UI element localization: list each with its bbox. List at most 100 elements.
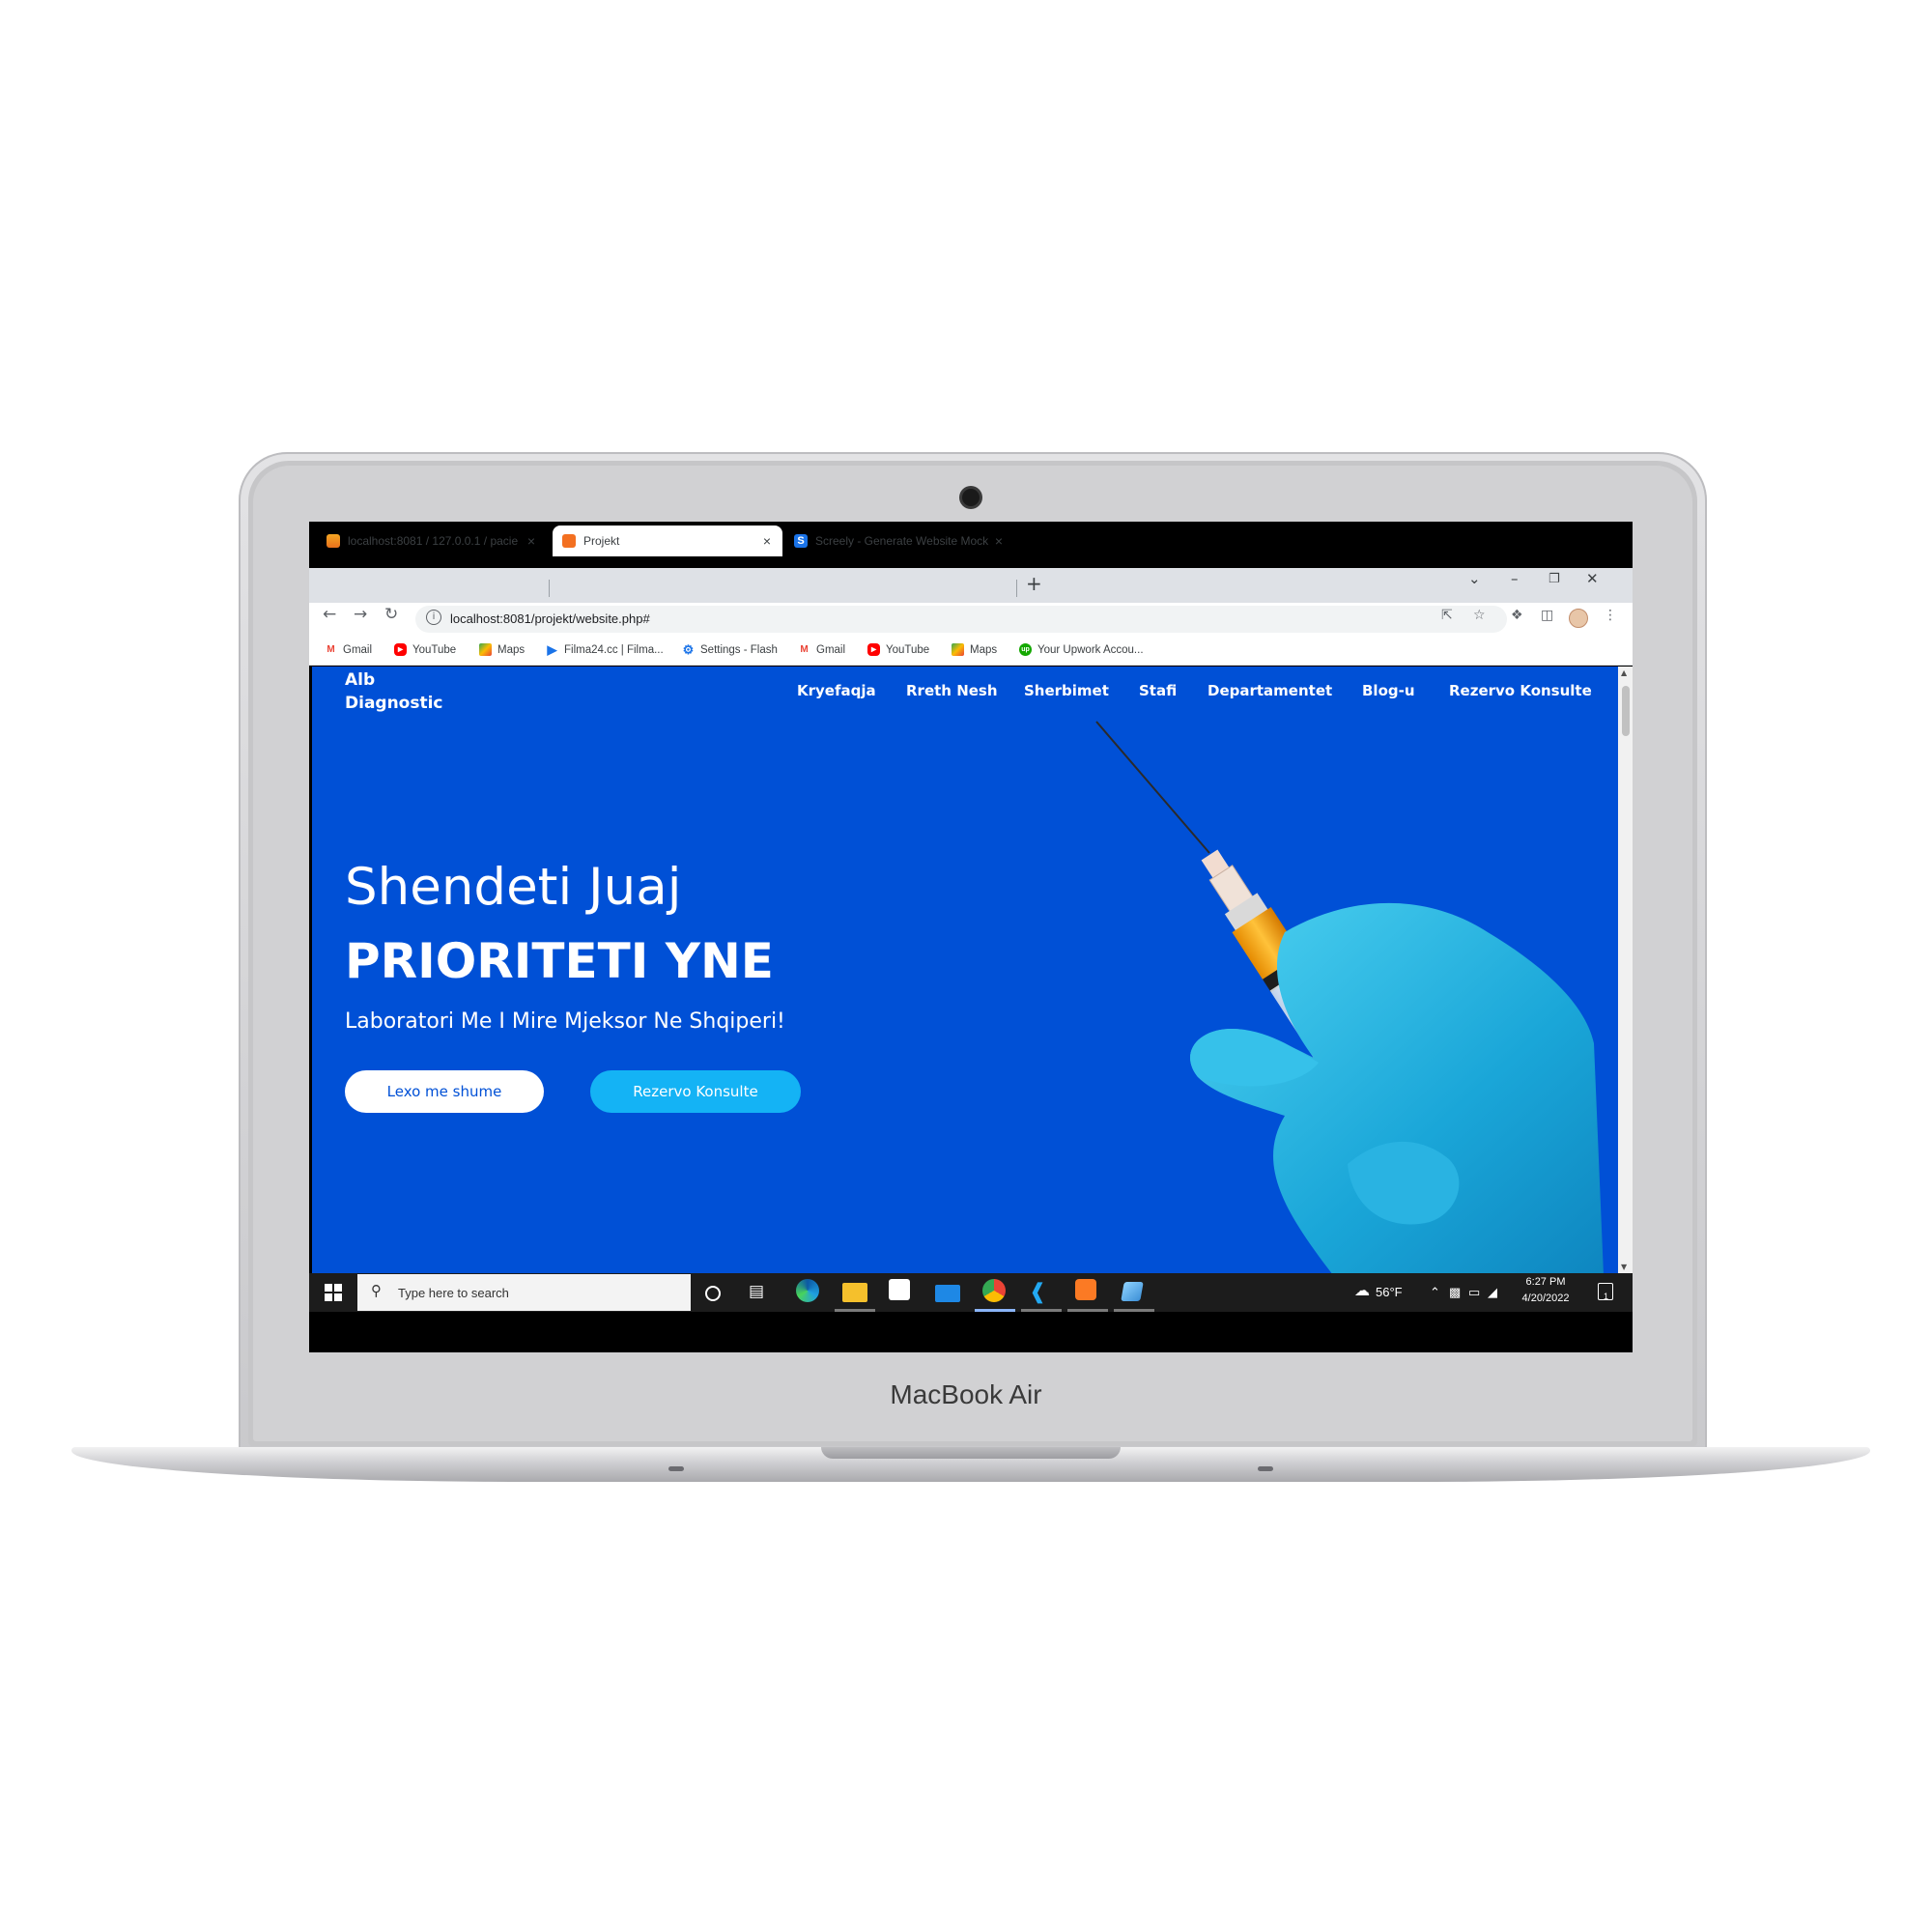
nav-rreth-nesh[interactable]: Rreth Nesh [906,682,998,699]
restore-icon[interactable]: ❐ [1548,572,1560,586]
cortana-icon[interactable] [705,1286,721,1301]
side-panel-icon[interactable]: ◫ [1541,608,1553,623]
weather-cloud-icon[interactable]: ☁ [1354,1281,1370,1300]
bookmark-maps[interactable]: Maps [952,643,997,656]
forward-arrow-icon[interactable]: → [354,605,367,624]
bookmark-star-icon[interactable]: ☆ [1473,608,1486,623]
edge-icon[interactable] [796,1279,819,1302]
laptop-foot-right [1258,1466,1273,1471]
xampp-icon [562,534,576,548]
reload-icon[interactable]: ↻ [384,605,398,624]
minimize-icon[interactable]: – [1511,570,1519,587]
tray-chevron-up-icon[interactable]: ⌃ [1430,1285,1440,1300]
bookmark-label: Gmail [343,643,373,656]
new-tab-button[interactable]: + [1026,572,1042,595]
bookmark-label: Filma24.cc | Filma... [564,643,664,656]
url-text[interactable]: localhost:8081/projekt/website.php# [450,611,650,626]
notification-count: 1 [1604,1292,1609,1301]
nav-rezervo-konsulte[interactable]: Rezervo Konsulte [1449,682,1592,699]
webcam [962,489,980,506]
nav-sherbimet[interactable]: Sherbimet [1024,682,1109,699]
tab-title: Projekt [583,534,620,548]
battery-icon[interactable]: ▭ [1468,1285,1480,1300]
close-icon[interactable]: × [759,533,775,549]
chrome-icon[interactable] [982,1279,1006,1302]
hero-subtitle: Laboratori Me I Mire Mjeksor Ne Shqiperi… [345,1009,785,1034]
tab-title: localhost:8081 / 127.0.0.1 / pacie [348,534,519,548]
play-icon: ▶ [547,642,557,657]
tab-separator [1016,580,1017,597]
clock-time: 6:27 PM [1525,1276,1566,1288]
file-explorer-icon[interactable] [842,1283,867,1302]
task-view-icon[interactable]: ▤ [749,1282,774,1307]
profile-avatar[interactable] [1569,609,1588,628]
bookmark-upwork[interactable]: up Your Upwork Accou... [1019,643,1144,656]
nav-kryefaqja[interactable]: Kryefaqja [797,682,876,699]
gmail-icon: M [325,643,337,656]
close-icon[interactable]: × [524,533,539,549]
bookmark-label: Settings - Flash [700,643,778,656]
maps-icon [952,643,964,656]
bookmark-filma24[interactable]: ▶ Filma24.cc | Filma... [546,643,664,656]
scrollbar-thumb[interactable] [1622,686,1630,736]
taskbar-indicator-active [975,1309,1015,1312]
scroll-up-arrow-icon[interactable]: ▲ [1621,668,1627,677]
browser-tab-bar [309,568,1633,603]
search-magnifier-icon: ⚲ [371,1282,382,1299]
youtube-icon: ▸ [867,643,880,656]
nav-blog[interactable]: Blog-u [1362,682,1415,699]
scroll-down-arrow-icon[interactable]: ▼ [1621,1263,1627,1271]
read-more-button[interactable]: Lexo me shume [345,1070,544,1113]
bookmark-youtube[interactable]: ▸ YouTube [394,643,456,656]
notepad-icon[interactable] [1121,1282,1144,1301]
meet-now-icon[interactable]: ▩ [1449,1285,1461,1300]
windows-start-icon[interactable] [325,1284,342,1301]
bookmark-youtube[interactable]: ▸ YouTube [867,643,929,656]
clock-date: 4/20/2022 [1521,1293,1570,1304]
gmail-icon: M [798,643,810,656]
tab-projekt[interactable]: Projekt × [553,526,782,556]
weather-temperature[interactable]: 56°F [1376,1285,1403,1299]
site-logo[interactable]: Alb Diagnostic [345,668,443,715]
upwork-icon: up [1019,643,1032,656]
phpmyadmin-icon [327,534,340,548]
bookmark-maps[interactable]: Maps [479,643,525,656]
tab-phpmyadmin[interactable]: localhost:8081 / 127.0.0.1 / pacie × [317,526,547,556]
bookmark-gmail[interactable]: M Gmail [798,643,845,656]
nav-stafi[interactable]: Stafi [1139,682,1177,699]
settings-gear-icon: ⚙ [682,642,695,657]
bookmark-settings-flash[interactable]: ⚙ Settings - Flash [682,643,778,656]
tab-screely[interactable]: S Screely - Generate Website Mock × [784,526,1014,556]
tab-title: Screely - Generate Website Mock [815,534,989,548]
laptop-foot-left [668,1466,684,1471]
menu-kebab-icon[interactable]: ⋮ [1604,608,1617,623]
bookmark-label: YouTube [412,643,457,656]
page-scrollbar[interactable] [1618,667,1633,1273]
back-arrow-icon[interactable]: ← [323,605,336,624]
window-close-icon[interactable]: ✕ [1586,570,1599,587]
book-consultation-button[interactable]: Rezervo Konsulte [590,1070,801,1113]
wifi-icon[interactable]: ◢ [1488,1285,1497,1300]
taskbar-indicator [1021,1309,1062,1312]
close-icon[interactable]: × [991,533,1007,549]
taskbar-indicator [1067,1309,1108,1312]
share-icon[interactable]: ⇱ [1441,608,1453,623]
mail-icon[interactable] [935,1285,960,1302]
logo-line-2: Diagnostic [345,694,443,713]
extensions-puzzle-icon[interactable]: ❖ [1511,608,1523,623]
microsoft-store-icon[interactable] [889,1279,910,1300]
site-info-icon[interactable]: i [426,610,441,625]
xampp-taskbar-icon[interactable] [1075,1279,1096,1300]
nav-departamentet[interactable]: Departamentet [1208,682,1332,699]
taskbar-indicator [835,1309,875,1312]
tab-search-chevron-icon[interactable]: ⌄ [1468,570,1481,587]
vscode-icon[interactable]: ❰ [1029,1280,1054,1305]
taskbar-clock[interactable]: 6:27 PM 4/20/2022 [1507,1274,1584,1307]
maps-icon [479,643,492,656]
taskbar-search-placeholder[interactable]: Type here to search [398,1286,509,1300]
hero-title-bold: PRIORITETI YNE [345,933,774,989]
tab-separator [549,580,550,597]
bookmark-gmail[interactable]: M Gmail [325,643,372,656]
hero-title-light: Shendeti Juaj [345,858,682,917]
device-label: MacBook Air [890,1379,1042,1409]
